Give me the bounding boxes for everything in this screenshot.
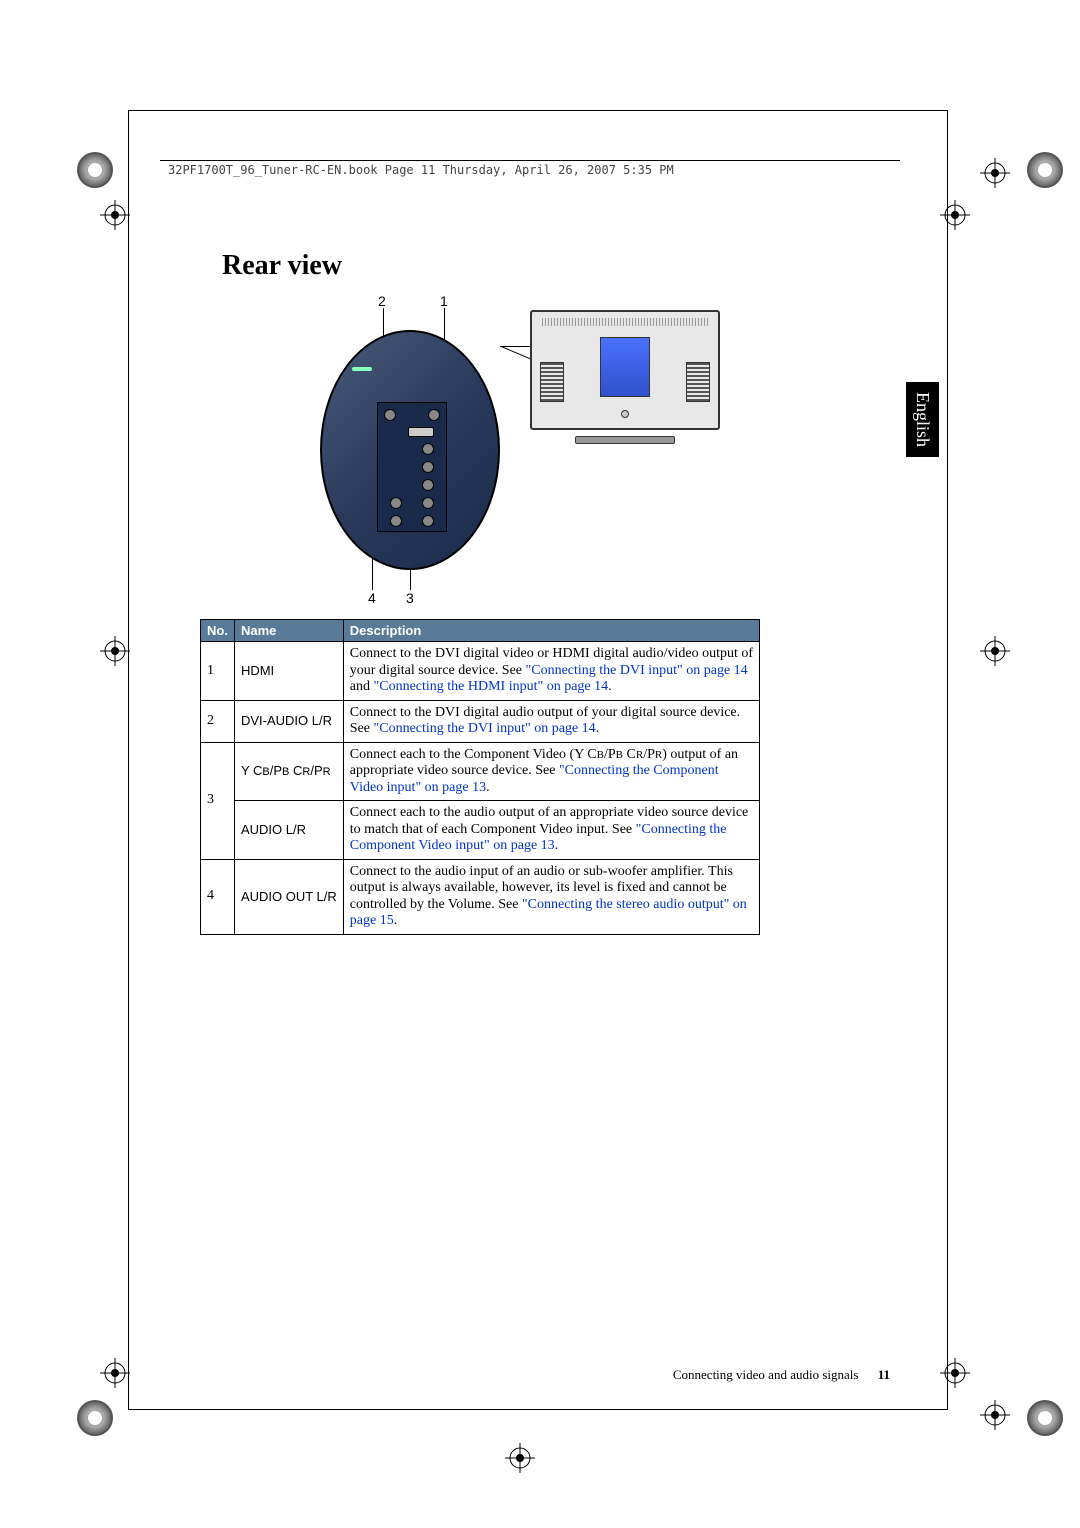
tv-rear-illustration — [530, 310, 720, 460]
crop-mark-bottom-left — [75, 1398, 115, 1438]
row-no: 4 — [201, 859, 235, 934]
col-desc: Description — [343, 620, 759, 642]
col-name: Name — [234, 620, 343, 642]
table-row: AUDIO L/R Connect each to the audio outp… — [201, 801, 760, 860]
crop-mark-top-right — [1025, 150, 1065, 190]
desc-text: and — [350, 679, 374, 694]
registration-mark — [100, 1358, 130, 1388]
ports-table: No. Name Description 1 HDMI Connect to t… — [200, 619, 760, 935]
page-title: Rear view — [222, 250, 342, 282]
registration-mark — [980, 1400, 1010, 1430]
registration-mark — [980, 158, 1010, 188]
crop-mark-bottom-right — [1025, 1398, 1065, 1438]
desc-text: Connect each to the Component Video (Y C — [350, 747, 597, 762]
col-no: No. — [201, 620, 235, 642]
row-no: 1 — [201, 642, 235, 701]
header-rule — [160, 160, 900, 161]
page-number: 11 — [878, 1367, 890, 1382]
table-row: 2 DVI-AUDIO L/R Connect to the DVI digit… — [201, 700, 760, 742]
callout-1: 1 — [440, 293, 448, 309]
row-name: HDMI — [234, 642, 343, 701]
row-desc: Connect to the DVI digital video or HDMI… — [343, 642, 759, 701]
link[interactable]: "Connecting the DVI input" on page 14 — [526, 663, 748, 678]
table-row: 1 HDMI Connect to the DVI digital video … — [201, 642, 760, 701]
row-name: Y CB/PB CR/PR — [234, 742, 343, 801]
registration-mark — [505, 1443, 535, 1473]
page-footer: Connecting video and audio signals 11 — [673, 1367, 890, 1383]
row-desc: Connect each to the Component Video (Y C… — [343, 742, 759, 801]
callout-2: 2 — [378, 293, 386, 309]
crop-mark-top-left — [75, 150, 115, 190]
rear-panel-illustration — [320, 330, 500, 570]
language-tab: English — [906, 382, 939, 457]
row-name: AUDIO L/R — [234, 801, 343, 860]
callout-3: 3 — [406, 590, 414, 606]
table-row: 3 Y CB/PB CR/PR Connect each to the Comp… — [201, 742, 760, 801]
row-name: DVI-AUDIO L/R — [234, 700, 343, 742]
desc-text: . — [596, 721, 600, 736]
row-desc: Connect to the audio input of an audio o… — [343, 859, 759, 934]
registration-mark — [100, 200, 130, 230]
row-no: 3 — [201, 742, 235, 859]
table-header-row: No. Name Description — [201, 620, 760, 642]
row-name: AUDIO OUT L/R — [234, 859, 343, 934]
desc-text: . — [608, 679, 612, 694]
registration-mark — [980, 636, 1010, 666]
link[interactable]: "Connecting the DVI input" on page 14 — [374, 721, 596, 736]
registration-mark — [100, 636, 130, 666]
book-header: 32PF1700T_96_Tuner-RC-EN.book Page 11 Th… — [168, 163, 674, 177]
row-desc: Connect each to the audio output of an a… — [343, 801, 759, 860]
footer-section: Connecting video and audio signals — [673, 1367, 859, 1382]
row-no: 2 — [201, 700, 235, 742]
row-desc: Connect to the DVI digital audio output … — [343, 700, 759, 742]
callout-4: 4 — [368, 590, 376, 606]
table-row: 4 AUDIO OUT L/R Connect to the audio inp… — [201, 859, 760, 934]
link[interactable]: "Connecting the HDMI input" on page 14 — [374, 679, 609, 694]
